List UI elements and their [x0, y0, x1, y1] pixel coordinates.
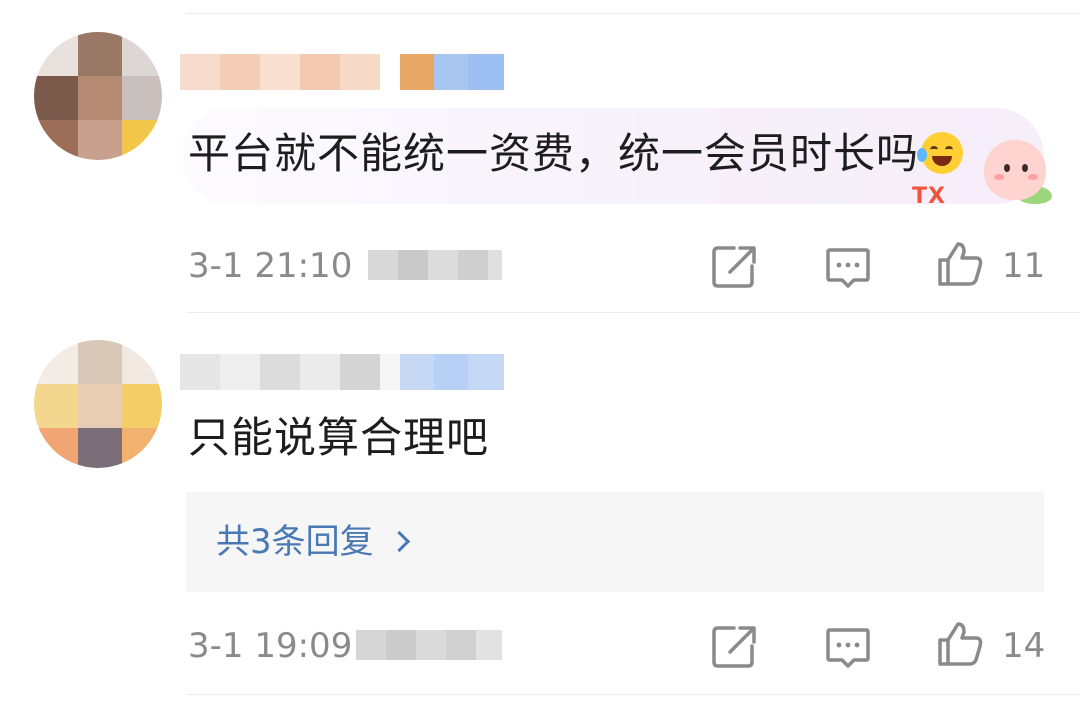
sticker-logo-icon: TX: [912, 184, 946, 209]
share-button[interactable]: [710, 242, 758, 290]
comment-icon: [826, 628, 870, 668]
like-count: 11: [1002, 246, 1046, 286]
comment-text-content: 平台就不能统一资费，统一会员时长吗: [188, 129, 920, 178]
laughing-crying-emoji-icon: [917, 131, 964, 174]
comment-icon: [826, 248, 870, 288]
view-replies-label: 共3条回复: [216, 522, 374, 562]
thumbs-up-icon: [938, 242, 983, 286]
peach-sticker-icon: [978, 128, 1056, 208]
like-button[interactable]: [936, 240, 984, 288]
thumbs-up-icon: [938, 622, 983, 666]
location-blurred: [356, 630, 502, 660]
username-blurred[interactable]: [180, 354, 504, 390]
replies-box[interactable]: 共3条回复: [186, 492, 1044, 592]
avatar[interactable]: [34, 32, 162, 160]
share-icon: [712, 626, 756, 668]
comment-text: 只能说算合理吧: [188, 413, 490, 462]
share-button[interactable]: [710, 622, 758, 670]
view-replies-link[interactable]: 共3条回复: [216, 492, 410, 592]
like-button[interactable]: [936, 620, 984, 668]
like-count: 14: [1002, 626, 1046, 666]
avatar[interactable]: [34, 340, 162, 468]
chevron-right-icon: [388, 530, 410, 553]
username-blurred[interactable]: [180, 54, 504, 90]
comment-divider: [186, 694, 1080, 695]
share-icon: [712, 246, 756, 288]
comment-timestamp: 3-1 19:09: [188, 626, 353, 666]
comment-button[interactable]: [824, 624, 872, 672]
comment-text: 平台就不能统一资费，统一会员时长吗: [188, 128, 964, 180]
comment-divider: [186, 312, 1080, 313]
location-blurred: [368, 250, 502, 280]
divider-top: [186, 13, 1080, 14]
comment-timestamp: 3-1 21:10: [188, 246, 353, 286]
comment-button[interactable]: [824, 244, 872, 292]
